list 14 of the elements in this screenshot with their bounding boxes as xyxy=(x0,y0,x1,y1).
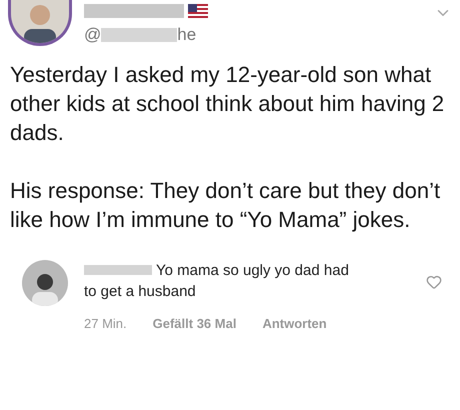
reply-button[interactable]: Antworten xyxy=(262,314,327,333)
profile-avatar xyxy=(8,0,72,46)
comment-text: to get a husband xyxy=(84,282,197,302)
comment-time: 27 Min. xyxy=(84,314,127,332)
like-icon[interactable] xyxy=(426,274,442,290)
likes-count[interactable]: Gefällt 36 Mal xyxy=(152,314,236,333)
commenter-avatar xyxy=(22,260,68,306)
flag-icon xyxy=(188,4,208,18)
handle: @ xyxy=(84,24,102,46)
redacted-username xyxy=(84,265,152,275)
post-text: His response: They don’t care but they don’t like how I’m immune to “Yo Mama” jokes. xyxy=(10,176,442,234)
handle: he xyxy=(177,24,196,46)
post-text: Yesterday I asked my 12-year-old son what other kids at school think about him having 2 dads. xyxy=(10,60,446,146)
comment-text: Yo mama so ugly yo dad had xyxy=(156,260,349,280)
